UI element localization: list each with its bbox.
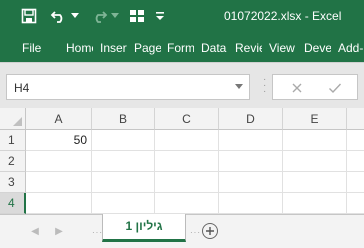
worksheet-grid: A B C D E 1 2 3 4 50 — [0, 108, 364, 214]
tab-data[interactable]: Data — [201, 34, 229, 62]
customize-qat-icon[interactable] — [154, 7, 166, 25]
column-header-e[interactable]: E — [283, 108, 347, 130]
cell-e3[interactable] — [283, 172, 347, 193]
tab-developer[interactable]: Developer — [304, 34, 331, 62]
column-header-f[interactable] — [347, 108, 364, 130]
tab-view[interactable]: View — [269, 34, 297, 62]
redo-icon[interactable] — [90, 7, 108, 25]
title-bar: 01072022.xlsx - Excel — [0, 0, 364, 34]
cell-d4[interactable] — [219, 193, 283, 214]
chevron-right-icon[interactable]: ▶ — [54, 226, 64, 238]
tab-scroll-handle-icon-right: ··· — [190, 228, 201, 237]
cell-a3[interactable] — [26, 172, 92, 193]
cell-b3[interactable] — [92, 172, 155, 193]
redo-dropdown-icon[interactable] — [110, 7, 120, 25]
tab-formulas[interactable]: Formulas — [167, 34, 194, 62]
undo-dropdown-icon[interactable] — [70, 7, 80, 25]
column-header-c[interactable]: C — [155, 108, 219, 130]
tab-file[interactable]: File — [22, 34, 46, 62]
cell-a2[interactable] — [26, 151, 92, 172]
cell-f4[interactable] — [347, 193, 364, 214]
close-icon[interactable] — [289, 80, 305, 96]
window-title: 01072022.xlsx - Excel — [224, 9, 342, 23]
cell-c3[interactable] — [155, 172, 219, 193]
column-header-a[interactable]: A — [26, 108, 92, 130]
cell-a1[interactable]: 50 — [26, 130, 92, 151]
cell-e4[interactable] — [283, 193, 347, 214]
cell-f1[interactable] — [347, 130, 364, 151]
chevron-left-icon[interactable]: ◀ — [30, 226, 40, 238]
plus-icon[interactable] — [202, 223, 218, 239]
cell-d3[interactable] — [219, 172, 283, 193]
resize-handle-icon[interactable]: · · · — [263, 75, 266, 97]
row-header-2[interactable]: 2 — [0, 151, 26, 172]
cell-c1[interactable] — [155, 130, 219, 151]
tab-review[interactable]: Review — [235, 34, 262, 62]
row-header-3[interactable]: 3 — [0, 172, 26, 193]
cell-f3[interactable] — [347, 172, 364, 193]
formula-bar: H4 · · · — [0, 62, 364, 108]
sheet-tab-active[interactable]: גיליון 1 — [102, 214, 186, 242]
cell-d1[interactable] — [219, 130, 283, 151]
ribbon-tabs: File Home Insert Page Layout Formulas Da… — [0, 34, 364, 62]
cell-d2[interactable] — [219, 151, 283, 172]
cell-b1[interactable] — [92, 130, 155, 151]
column-header-d[interactable]: D — [219, 108, 283, 130]
name-box[interactable]: H4 — [6, 74, 250, 100]
row-header-1[interactable]: 1 — [0, 130, 26, 151]
cell-e2[interactable] — [283, 151, 347, 172]
select-all-triangle-icon — [13, 117, 22, 126]
cell-e1[interactable] — [283, 130, 347, 151]
tab-page-layout[interactable]: Page Layout — [134, 34, 161, 62]
cell-c2[interactable] — [155, 151, 219, 172]
tab-home[interactable]: Home — [66, 34, 93, 62]
check-icon[interactable] — [327, 80, 343, 96]
sheet-tab-bar: ◀ ▶ ··· גיליון 1 ··· — [0, 214, 364, 248]
tab-add-ins[interactable]: Add-ins — [338, 34, 364, 62]
name-box-value: H4 — [14, 81, 30, 95]
row-header-4[interactable]: 4 — [0, 193, 26, 214]
save-icon[interactable] — [20, 7, 38, 25]
cell-a4[interactable] — [26, 193, 92, 214]
cell-c4[interactable] — [155, 193, 219, 214]
formula-buttons — [272, 74, 358, 100]
undo-icon[interactable] — [50, 7, 68, 25]
tab-insert[interactable]: Insert — [100, 34, 127, 62]
column-header-b[interactable]: B — [92, 108, 155, 130]
select-all-button[interactable] — [0, 108, 26, 130]
cell-b2[interactable] — [92, 151, 155, 172]
cell-b4[interactable] — [92, 193, 155, 214]
chevron-down-icon[interactable] — [235, 84, 243, 89]
form-icon[interactable] — [128, 7, 146, 25]
cell-f2[interactable] — [347, 151, 364, 172]
